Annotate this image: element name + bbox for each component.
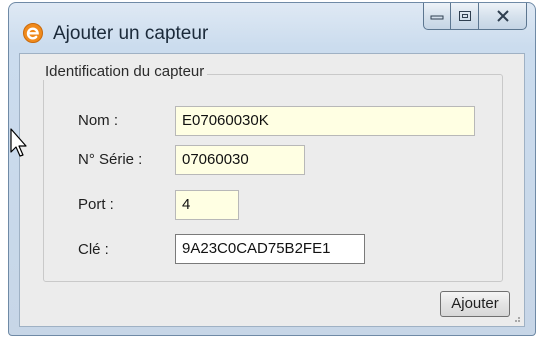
port-field[interactable]: 4 [175, 190, 239, 220]
group-legend: Identification du capteur [42, 63, 208, 80]
window-title: Ajouter un capteur [53, 23, 209, 44]
nom-field[interactable]: E07060030K [175, 106, 475, 136]
mouse-cursor-icon [10, 128, 27, 157]
dialog-body: Identification du capteur Nom : E0706003… [19, 53, 525, 327]
minimize-icon [430, 15, 444, 20]
caption-buttons [423, 3, 527, 30]
minimize-button[interactable] [423, 3, 451, 30]
nom-label: Nom : [78, 112, 119, 129]
maximize-icon [458, 11, 471, 21]
close-icon [496, 10, 509, 22]
serie-label: N° Série : [78, 151, 143, 168]
app-icon [23, 23, 43, 43]
cle-field[interactable]: 9A23C0CAD75B2FE1 [175, 234, 365, 264]
port-label: Port : [78, 196, 114, 213]
serie-field[interactable]: 07060030 [175, 145, 305, 175]
ajouter-button[interactable]: Ajouter [440, 291, 510, 317]
maximize-button[interactable] [451, 3, 479, 30]
resize-grip-icon[interactable] [511, 313, 521, 323]
dialog-window: Ajouter un capteur Identification du cap… [8, 2, 536, 336]
cle-label: Clé : [78, 241, 109, 258]
close-button[interactable] [479, 3, 527, 30]
